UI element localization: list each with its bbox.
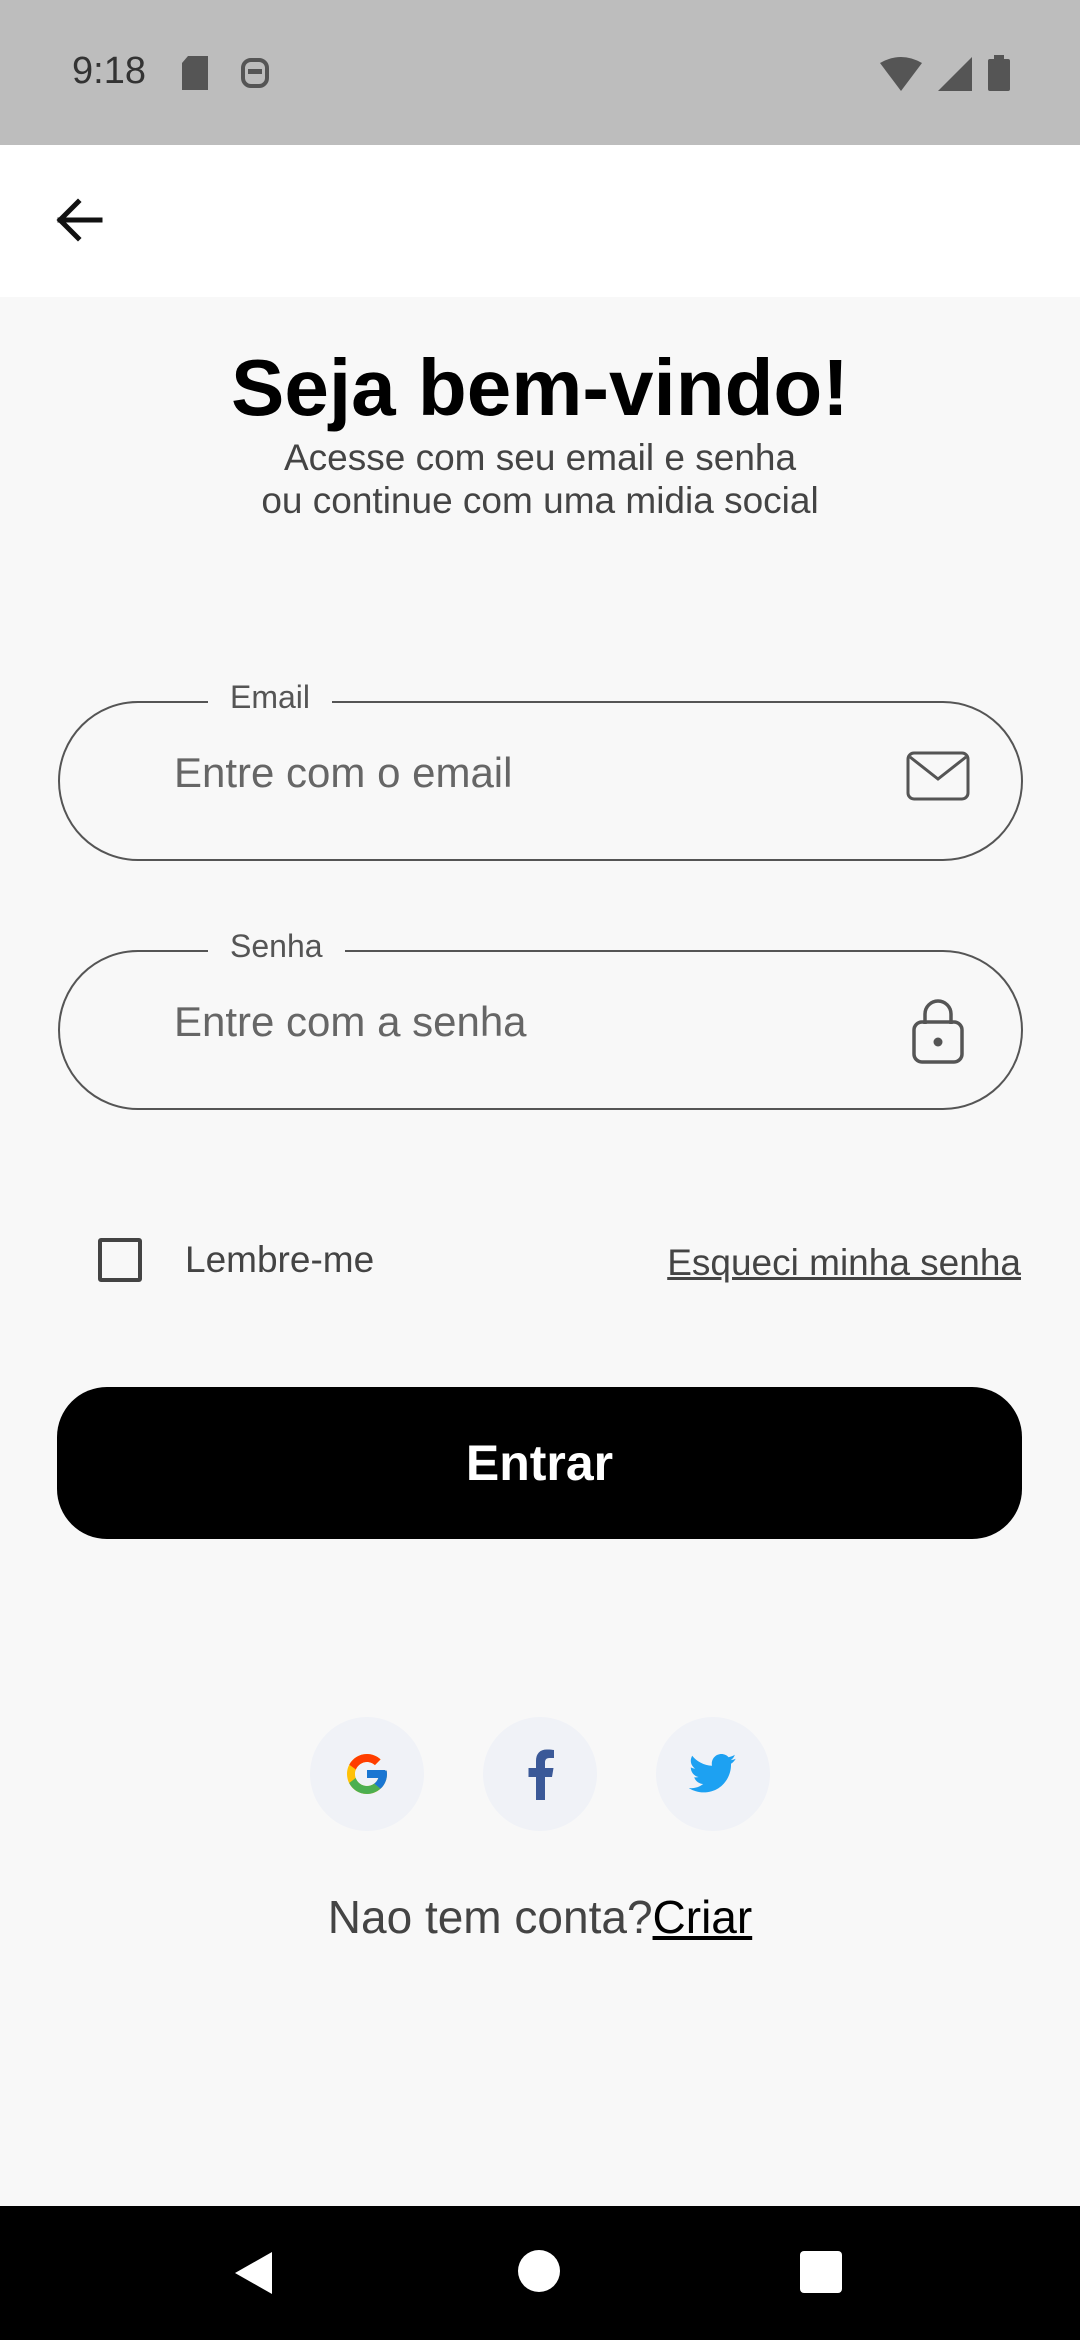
- nav-home-icon[interactable]: [518, 2250, 560, 2292]
- signup-prompt-text: Nao tem conta?: [327, 1891, 653, 1943]
- signup-prompt: Nao tem conta?Criar: [0, 1890, 1080, 1944]
- signal-icon: [938, 57, 972, 91]
- email-field[interactable]: Email: [58, 679, 1080, 861]
- robot-icon: [241, 58, 269, 88]
- lock-icon: [912, 998, 964, 1069]
- battery-icon: [988, 55, 1010, 91]
- password-input[interactable]: [174, 998, 874, 1046]
- page-title: Seja bem-vindo!: [231, 343, 849, 432]
- password-label: Senha: [208, 928, 345, 965]
- nav-back-icon[interactable]: [232, 2250, 274, 2296]
- navigation-bar: [0, 2206, 1080, 2340]
- subtitle-line-2: ou continue com uma midia social: [261, 480, 819, 521]
- google-icon: [347, 1754, 387, 1794]
- forgot-password-link[interactable]: Esqueci minha senha: [667, 1242, 1021, 1284]
- status-time: 9:18: [72, 50, 146, 92]
- app-bar: [0, 145, 1080, 297]
- facebook-icon: [528, 1749, 554, 1800]
- notification-icons: [180, 56, 270, 92]
- subtitle-line-1: Acesse com seu email e senha: [283, 437, 797, 478]
- signup-link[interactable]: Criar: [653, 1891, 753, 1943]
- remember-me[interactable]: Lembre-me: [98, 1238, 374, 1282]
- login-button[interactable]: Entrar: [57, 1387, 1022, 1539]
- password-field[interactable]: Senha: [58, 928, 1080, 1110]
- google-button[interactable]: [310, 1717, 424, 1831]
- mail-icon: [906, 751, 970, 806]
- email-label: Email: [208, 679, 333, 716]
- arrow-left-icon: [56, 198, 103, 242]
- remember-label: Lembre-me: [185, 1239, 375, 1280]
- email-input[interactable]: [174, 749, 874, 797]
- back-button[interactable]: [36, 177, 122, 263]
- wifi-icon: [880, 57, 922, 91]
- status-bar: 9:18: [0, 0, 1080, 145]
- nav-recents-icon[interactable]: [800, 2251, 842, 2293]
- twitter-button[interactable]: [656, 1717, 770, 1831]
- sd-card-icon: [182, 56, 208, 90]
- twitter-icon: [689, 1754, 737, 1793]
- facebook-button[interactable]: [483, 1717, 597, 1831]
- system-icons: [880, 55, 1010, 91]
- remember-checkbox[interactable]: [98, 1238, 142, 1282]
